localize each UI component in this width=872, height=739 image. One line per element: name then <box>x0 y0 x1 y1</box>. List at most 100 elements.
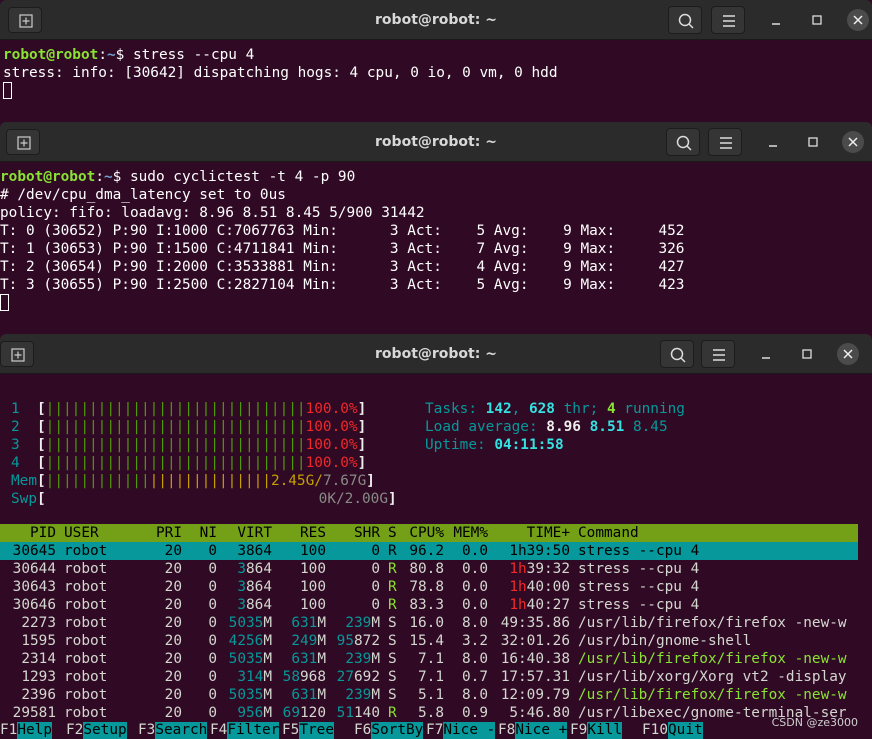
search-button[interactable] <box>668 6 702 34</box>
fkey-code: F7 <box>426 722 444 738</box>
terminal-output[interactable]: robot@robot:~$ sudo cyclictest -t 4 -p 9… <box>0 168 872 312</box>
fkey-code: F1 <box>0 722 18 738</box>
cpu-bar: |||||||||||||||||||||||||||||| <box>45 401 306 417</box>
title-bar[interactable]: robot@robot: ~ <box>0 0 872 40</box>
mem-size-prefix: 5035 <box>228 651 264 667</box>
unit: M <box>317 615 326 631</box>
function-key-f1[interactable]: F1Help <box>0 722 52 739</box>
table-row[interactable]: 30643 robot 20 0 3864 100 0 R 78.8 0.0 1h40:00 stre… <box>0 578 858 596</box>
table-cell: 1h39:50 <box>509 543 570 559</box>
table-row[interactable]: 30646 robot 20 0 3864 100 0 R 83.3 0.0 1h40:27 stre… <box>0 596 858 614</box>
fkey-label: Filter <box>227 722 280 739</box>
time-rest: 40:27 <box>526 597 570 613</box>
command-text: sudo cyclictest -t 4 -p 90 <box>129 169 356 185</box>
column-header[interactable]: SHR <box>330 524 380 542</box>
table-cell: 20 <box>164 597 182 613</box>
fkey-label: Search <box>155 722 208 739</box>
fkey-label: Setup <box>83 722 127 739</box>
title-bar[interactable]: robot@robot: ~ <box>0 122 872 162</box>
column-header[interactable]: PRI <box>150 524 182 542</box>
function-key-f2[interactable]: F2Setup <box>66 722 127 739</box>
unit: M <box>317 687 326 703</box>
column-header[interactable]: S <box>388 524 400 542</box>
column-header[interactable]: TIME+ <box>492 524 570 542</box>
menu-button[interactable] <box>708 128 742 156</box>
table-cell: /usr/lib/firefox/firefox -new-w <box>578 615 847 631</box>
function-key-bar[interactable]: F1Help F2Setup F3Search F4Filter F5Tree F6… <box>0 722 858 739</box>
prompt-symbol: $ <box>112 169 130 185</box>
mem-total: 7.67G <box>322 473 367 489</box>
table-cell: 5.8 <box>418 705 444 721</box>
close-button[interactable] <box>847 9 869 31</box>
threads-count: 628 <box>528 401 555 417</box>
table-cell: S <box>388 615 397 631</box>
fkey-label: Quit <box>668 722 703 739</box>
function-key-f3[interactable]: F3Search <box>138 722 208 739</box>
function-key-f9[interactable]: F9Kill <box>570 722 622 739</box>
close-button[interactable] <box>842 131 864 153</box>
menu-button[interactable] <box>711 6 745 34</box>
cpu-bar: |||||||||||||||||||||||||||||| <box>45 419 306 435</box>
table-row[interactable]: 2273 robot 20 0 5035M 631M 239M S 16.0 8.0 49:35.8… <box>0 614 858 632</box>
column-header[interactable]: CPU% <box>400 524 444 542</box>
terminal-window-1[interactable]: robot@robot: ~ robot@robot:~$ stress --c… <box>0 0 872 120</box>
table-row[interactable]: 2314 robot 20 0 5035M 631M 239M S 7.1 8.0 16:40.38… <box>0 650 858 668</box>
table-cell: 314M <box>226 668 272 686</box>
cpu-meter-2: 2 [||||||||||||||||||||||||||||||100.0%] <box>11 418 366 436</box>
terminal-output[interactable]: robot@robot:~$ stress --cpu 4 stress: inf… <box>3 46 872 100</box>
terminal-window-2[interactable]: robot@robot: ~ robot@robot:~$ sudo cycli… <box>0 122 872 330</box>
table-row[interactable]: 2396 robot 20 0 5035M 631M 239M S 5.1 8.0 12:09.79… <box>0 686 858 704</box>
table-row[interactable]: 30644 robot 20 0 3864 100 0 R 80.8 0.0 1h39:32 stre… <box>0 560 858 578</box>
close-icon <box>848 137 858 147</box>
column-header[interactable]: Command <box>578 524 858 542</box>
table-cell: 15.4 <box>409 633 444 649</box>
function-key-f8[interactable]: F8Nice + <box>498 722 568 739</box>
htop-screen[interactable]: 1 [||||||||||||||||||||||||||||||100.0%]… <box>0 334 872 739</box>
bracket: [ <box>37 437 46 453</box>
column-header[interactable]: NI <box>185 524 217 542</box>
maximize-button[interactable] <box>802 131 824 153</box>
digits-low: 140 <box>354 705 380 721</box>
threads-label: thr; <box>554 401 607 417</box>
function-key-f7[interactable]: F7Nice - <box>426 722 496 739</box>
function-key-f6[interactable]: F6SortBy <box>354 722 424 739</box>
table-row[interactable]: 29581 robot 20 0 956M 69120 51140 R 5.8 0.9 5:46.8… <box>0 704 858 722</box>
cpu-bar: |||||||||||||||||||||||||||||| <box>45 437 306 453</box>
time-rest: 40:00 <box>526 579 570 595</box>
column-header[interactable]: MEM% <box>448 524 488 542</box>
fkey-code: F5 <box>282 722 300 738</box>
minimize-button[interactable] <box>765 9 787 31</box>
table-row[interactable]: 30645 robot 20 0 3864 100 0 R 96.2 0.0 1h39:50 stre… <box>0 542 858 560</box>
table-cell: 12:09.79 <box>500 687 570 703</box>
maximize-button[interactable] <box>806 9 828 31</box>
time-hours: 1h <box>509 597 527 613</box>
thread-line: T: 0 (30652) P:90 I:1000 C:7067763 Min: … <box>0 223 685 239</box>
table-cell: R <box>388 543 397 559</box>
table-cell: 100 <box>300 561 326 577</box>
table-cell: 69120 <box>282 704 326 722</box>
minimize-button[interactable] <box>762 131 784 153</box>
fkey-label: Help <box>17 722 52 739</box>
column-header[interactable]: USER <box>64 524 134 542</box>
thread-line: T: 1 (30653) P:90 I:1500 C:4711841 Min: … <box>0 241 685 257</box>
table-cell: 20 <box>164 561 182 577</box>
table-cell: 96.2 <box>409 543 444 559</box>
table-cell: 0 <box>208 615 217 631</box>
table-cell: 0.0 <box>462 543 488 559</box>
search-button[interactable] <box>666 128 700 156</box>
table-cell: /usr/lib/xorg/Xorg vt2 -display <box>578 669 847 685</box>
column-header[interactable]: RES <box>282 524 326 542</box>
table-row[interactable]: 1595 robot 20 0 4256M 249M 95872 S 15.4 3.2 32:01.… <box>0 632 858 650</box>
unit: M <box>263 615 272 631</box>
function-key-f5[interactable]: F5Tree <box>282 722 334 739</box>
function-key-f10[interactable]: F10Quit <box>642 722 703 739</box>
table-cell: 1293 <box>21 669 56 685</box>
function-key-f4[interactable]: F4Filter <box>210 722 280 739</box>
table-row[interactable]: 1293 robot 20 0 314M 58968 27692 S 7.1 0.7 17:57.3… <box>0 668 858 686</box>
fkey-label: SortBy <box>371 722 424 739</box>
column-header[interactable]: VIRT <box>226 524 272 542</box>
column-header[interactable]: PID <box>0 524 56 542</box>
bracket: [ <box>37 455 46 471</box>
thread-line: T: 2 (30654) P:90 I:2000 C:3533881 Min: … <box>0 259 685 275</box>
terminal-window-htop[interactable]: robot@robot: ~ 1 [||||||||||||||||||||||… <box>0 334 872 739</box>
